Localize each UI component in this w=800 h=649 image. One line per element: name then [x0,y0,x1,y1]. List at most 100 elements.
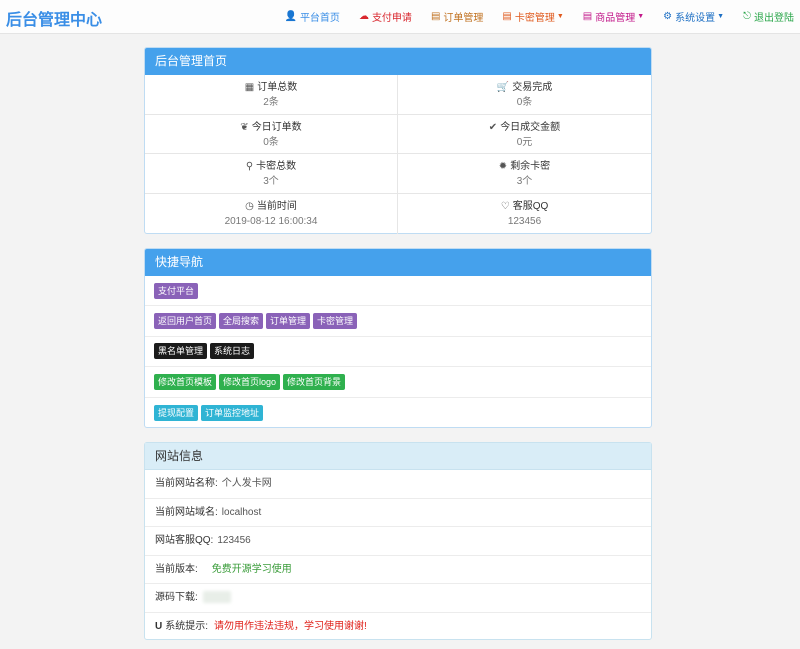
stat-value: 3个 [516,176,533,188]
stat-label-line: ♡ 客服QQ [398,200,651,214]
nav-logout[interactable]: ⎋ 退出登陆 [743,9,794,24]
quicknav-row: 提现配置 订单监控地址 [145,398,651,428]
quicknav-button[interactable]: 卡密管理 [313,313,358,330]
stat-cell: ▦ 订单总数 2条 [145,75,398,115]
stat-label-line: 🛒 交易完成 [398,81,651,95]
stat-cell: ♡ 客服QQ 123456 [398,194,651,234]
stat-icon: ▦ [244,82,255,93]
notice-value: 请勿用作违法违规，学习使用谢谢! [214,620,367,632]
quicknav-button[interactable]: 修改首页logo [219,373,281,390]
stat-label: 卡密总数 [256,161,297,173]
quicknav-button[interactable]: 支付平台 [154,282,199,299]
site-qq-label: 网站客服QQ: [155,535,214,546]
site-domain-row: 当前网站域名: localhost [145,499,651,527]
stat-label-line: ❦ 今日订单数 [145,121,397,135]
payment-apply-icon: ☁ [358,10,369,22]
stat-label-line: ✹ 剩余卡密 [398,160,651,174]
quicknav-row: 返回用户首页 全局搜索 订单管理 卡密管理 [145,306,651,337]
stat-icon: ✹ [498,161,508,173]
stat-value: 0元 [516,136,533,148]
logout-icon: ⎋ [743,10,751,22]
stat-label-line: ✔ 今日成交金额 [398,121,651,135]
quicknav-button[interactable]: 全局搜索 [219,313,264,330]
site-name-row: 当前网站名称: 个人发卡网 [145,470,651,499]
notice-label: 系统提示: [165,620,209,632]
magnet-icon: U [155,620,163,632]
quicknav-button[interactable]: 订单管理 [266,313,311,330]
siteinfo-panel: 网站信息 当前网站名称: 个人发卡网 当前网站域名: localhost 网站客服Q… [144,442,652,640]
nav-product-manage[interactable]: ▤ 商品管理 ▼ [583,9,644,24]
nav-card-manage[interactable]: ▤ 卡密管理 ▼ [502,9,563,24]
quicknav-button[interactable]: 系统日志 [210,343,255,360]
quicknav-button[interactable]: 订单监控地址 [201,404,264,421]
stat-cell: 🛒 交易完成 0条 [398,75,651,115]
site-domain-value: localhost [221,506,262,518]
stat-label-line: ◷ 当前时间 [145,200,397,214]
stat-value: 0条 [263,136,279,148]
stats-grid: ▦ 订单总数 2条 🛒 交易完成 0条 ❦ 今日订单数 0条 ✔ 今日成交金额 0元 ⚲ 卡密总数 3个 ✹ 剩… [145,75,651,234]
stat-label: 客服QQ [512,201,549,213]
nav-label: 退出登陆 [754,12,794,24]
stat-icon: 🛒 [496,82,510,93]
brand-title[interactable]: 后台管理中心 [6,6,102,30]
stat-icon: ⚲ [245,161,254,173]
stat-cell: ◷ 当前时间 2019-08-12 16:00:34 [145,194,398,234]
nav-label: 系统设置 [675,12,716,24]
nav-platform-home[interactable]: 👤 平台首页 [284,9,339,24]
overview-panel: 后台管理首页 ▦ 订单总数 2条 🛒 交易完成 0条 ❦ 今日订单数 0条 ✔ 今日成交金额 0元 ⚲ 卡… [144,47,652,234]
main-nav: 👤 平台首页 ☁ 支付申请 ▤ 订单管理 ▤ 卡密管理 ▼ ▤ 商品管理 ▼ ⚙ 系统设置 ▼ ⎋ 退出登陆 [265,0,794,32]
stat-cell: ❦ 今日订单数 0条 [145,114,398,155]
notice-row: U 系统提示: 请勿用作违法违规，学习使用谢谢! [145,613,651,642]
caret-down-icon: ▼ [717,12,725,20]
nav-label: 卡密管理 [514,12,555,24]
site-qq-value: 123456 [217,535,251,546]
quicknav-panel-title: 快捷导航 [145,249,651,276]
stat-icon: ◷ [245,201,254,213]
source-download-link[interactable] [202,591,231,604]
quicknav-button[interactable]: 修改首页背景 [283,373,346,390]
nav-order-manage[interactable]: ▤ 订单管理 [431,9,483,24]
stat-value: 0条 [516,97,533,108]
stat-label: 今日成交金额 [500,121,561,133]
quicknav-panel: 快捷导航 支付平台 返回用户首页 全局搜索 订单管理 卡密管理 黑名单管理 系统日志 修改首页… [144,248,652,428]
card-manage-icon: ▤ [502,10,512,22]
top-navbar: 后台管理中心 👤 平台首页 ☁ 支付申请 ▤ 订单管理 ▤ 卡密管理 ▼ ▤ 商品管理 ▼ ⚙ 系统设置 ▼… [0,0,800,34]
siteinfo-panel-title: 网站信息 [145,443,651,470]
stat-label: 剩余卡密 [510,161,551,173]
stat-label: 今日订单数 [251,121,302,133]
stat-value: 2条 [263,97,279,108]
stat-label: 当前时间 [256,201,297,213]
source-download-label: 源码下载: [155,592,198,603]
stat-label: 订单总数 [257,82,298,93]
quicknav-button[interactable]: 修改首页模板 [154,373,217,390]
site-version-label: 当前版本: [155,563,198,575]
quicknav-button[interactable]: 返回用户首页 [154,313,217,330]
stat-label-line: ▦ 订单总数 [145,81,397,95]
quicknav-button[interactable]: 提现配置 [154,404,199,421]
site-name-label: 当前网站名称: [155,478,218,489]
platform-home-icon: 👤 [284,10,297,22]
caret-down-icon: ▼ [637,12,645,20]
nav-payment-apply[interactable]: ☁ 支付申请 [359,9,412,24]
stat-value: 123456 [507,216,542,228]
nav-system-settings[interactable]: ⚙ 系统设置 ▼ [663,9,724,24]
site-domain-label: 当前网站域名: [155,506,218,518]
stat-value: 3个 [263,176,279,188]
site-name-value: 个人发卡网 [221,478,272,489]
caret-down-icon: ▼ [556,12,564,20]
quicknav-row: 支付平台 [145,276,651,307]
nav-label: 商品管理 [595,12,636,24]
site-version-row: 当前版本: 免费开源学习使用 [145,556,651,584]
stat-label: 交易完成 [512,82,553,93]
product-manage-icon: ▤ [582,10,593,22]
quicknav-rows: 支付平台 返回用户首页 全局搜索 订单管理 卡密管理 黑名单管理 系统日志 修改首页模板 修改首… [145,276,651,428]
stat-icon: ❦ [240,121,249,133]
nav-label: 平台首页 [299,12,340,24]
order-manage-icon: ▤ [430,10,441,22]
system-settings-icon: ⚙ [663,10,673,22]
nav-label: 支付申请 [371,12,412,24]
quicknav-button[interactable]: 黑名单管理 [154,343,208,360]
overview-panel-title: 后台管理首页 [145,48,651,75]
quicknav-row: 黑名单管理 系统日志 [145,337,651,368]
stat-value: 2019-08-12 16:00:34 [224,216,318,228]
